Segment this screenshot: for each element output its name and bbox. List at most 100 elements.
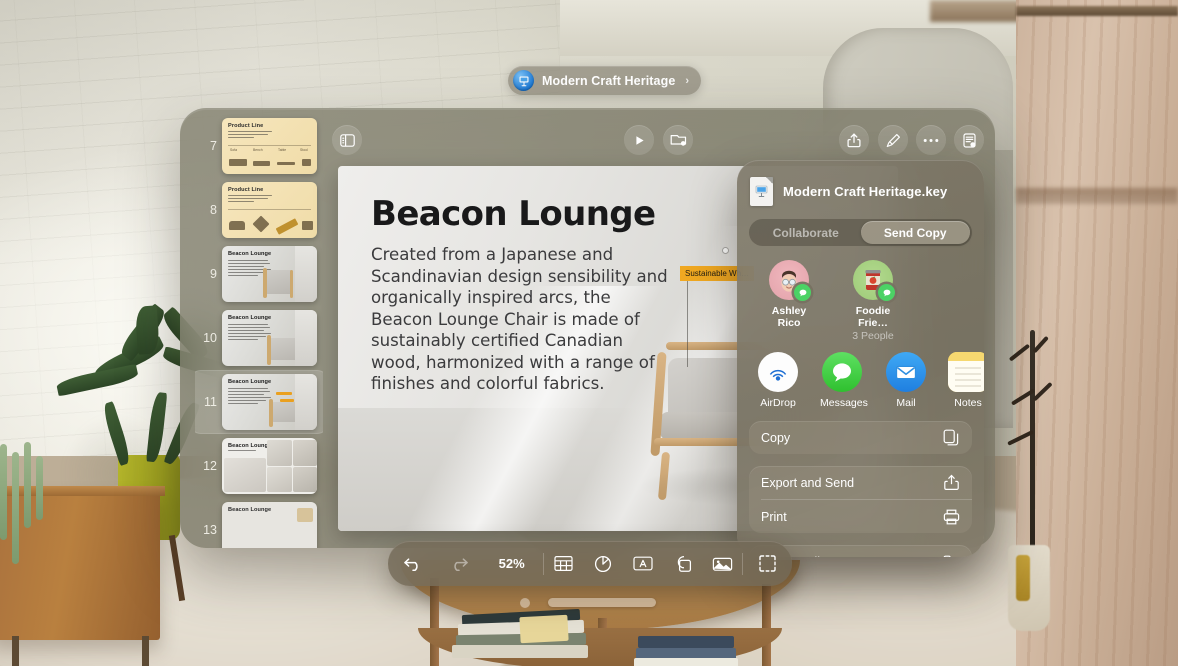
share-target-notes[interactable]: Notes <box>948 352 984 409</box>
keynote-document-icon <box>750 177 773 206</box>
segment-send-copy[interactable]: Send Copy <box>860 221 970 244</box>
curtain-tieback <box>1016 188 1178 204</box>
share-apps-row: AirDrop Messages Mail Notes <box>737 342 984 409</box>
redo-icon <box>449 556 469 572</box>
table-leg <box>762 584 771 666</box>
mask-icon <box>759 555 776 572</box>
shape-icon <box>673 555 692 573</box>
share-icon <box>847 132 861 148</box>
slide-thumbnail-9[interactable]: 9 Beacon Lounge <box>195 242 323 306</box>
share-target-label: AirDrop <box>760 397 796 410</box>
insert-shape-button[interactable] <box>663 555 703 573</box>
table-icon <box>554 555 573 572</box>
suggested-people-row: Ashley Rico Foodie Frie… 3 People <box>737 246 984 342</box>
insert-media-button[interactable] <box>702 556 742 572</box>
insert-table-button[interactable] <box>544 555 584 572</box>
table-leg <box>430 578 439 666</box>
notes-icon <box>948 352 984 393</box>
action-label: Copy <box>761 430 791 445</box>
zoom-level-label[interactable]: 52% <box>481 556 543 571</box>
person-name-line2: Rico <box>777 317 801 330</box>
slide-navigator[interactable]: 7 Product Line Sofa Bench Table Stool 8 Pr… <box>195 112 323 548</box>
slide-title[interactable]: Beacon Lounge <box>371 194 656 234</box>
callout-leader-line <box>687 279 688 367</box>
window-title-text: Modern Craft Heritage <box>542 73 676 88</box>
slide-number: 13 <box>203 523 217 537</box>
rehearse-button[interactable] <box>663 125 693 155</box>
insert-chart-button[interactable] <box>583 555 623 573</box>
ellipsis-icon <box>923 138 939 143</box>
share-target-label: Mail <box>896 397 916 410</box>
text-box-icon <box>633 556 653 571</box>
keynote-icon <box>513 70 534 91</box>
play-icon <box>633 134 646 147</box>
person-name-line1: Ashley <box>771 305 807 317</box>
curtain-rod <box>1016 6 1178 16</box>
share-target-label: Messages <box>820 397 868 410</box>
thumbnail-image: Product Line Sofa Bench Table Stool <box>222 118 317 174</box>
more-button[interactable] <box>916 125 946 155</box>
sideboard-leg <box>12 636 19 666</box>
folder-icon <box>943 555 960 557</box>
group-avatar <box>853 260 895 301</box>
undo-button[interactable] <box>388 556 437 572</box>
slide-number: 8 <box>210 203 217 217</box>
slide-thumbnail-7[interactable]: 7 Product Line Sofa Bench Table Stool <box>195 114 323 178</box>
thumb-title: Product Line <box>228 123 264 129</box>
window-resize-grabber[interactable] <box>548 598 656 607</box>
segment-collaborate[interactable]: Collaborate <box>751 221 861 244</box>
action-export-and-send[interactable]: Export and Send <box>749 466 972 499</box>
slide-thumbnail-12[interactable]: 12 Beacon Lounge <box>195 434 323 498</box>
media-icon <box>712 556 733 572</box>
document-options-button[interactable] <box>954 125 984 155</box>
mask-button[interactable] <box>743 555 792 572</box>
sidebar-toggle-button[interactable] <box>332 125 362 155</box>
person-foodie-friends[interactable]: Foodie Frie… 3 People <box>842 260 904 342</box>
share-target-label: Notes <box>954 397 982 410</box>
hanging-bag <box>1008 545 1050 631</box>
share-target-mail[interactable]: Mail <box>886 352 926 409</box>
thumbnail-image: Beacon Lounge <box>222 374 317 430</box>
slide-number: 7 <box>210 139 217 153</box>
person-ashley-rico[interactable]: Ashley Rico <box>758 260 820 342</box>
window-page-dot[interactable] <box>520 598 530 608</box>
share-mode-segmented-control[interactable]: Collaborate Send Copy <box>749 219 972 246</box>
slide-number: 9 <box>210 267 217 281</box>
memoji-avatar <box>769 260 811 301</box>
share-button[interactable] <box>839 125 869 155</box>
share-target-messages[interactable]: Messages <box>820 352 868 410</box>
chevron-right-icon[interactable]: › <box>685 75 689 87</box>
selection-handle[interactable] <box>723 248 728 253</box>
window-title-pill[interactable]: Modern Craft Heritage › <box>508 66 702 95</box>
action-group-export-print: Export and Send Print <box>749 466 972 534</box>
redo-button[interactable] <box>437 556 480 572</box>
present-display-icon <box>670 133 687 147</box>
action-label: Export and Send <box>761 475 855 490</box>
action-group-copy: Copy <box>749 421 972 455</box>
slide-body-text[interactable]: Created from a Japanese and Scandinavian… <box>371 244 671 395</box>
thumb-title: Beacon Lounge <box>228 379 272 385</box>
action-label: Print <box>761 509 787 524</box>
action-copy[interactable]: Copy <box>749 421 972 454</box>
thumbnail-image: Product Line <box>222 182 317 238</box>
person-subtitle: 3 People <box>852 329 894 342</box>
share-target-airdrop[interactable]: AirDrop <box>758 352 798 409</box>
play-button[interactable] <box>624 125 654 155</box>
messages-badge <box>794 284 811 301</box>
action-print[interactable]: Print <box>749 500 972 533</box>
bottom-toolbar[interactable]: 52% <box>388 541 792 586</box>
export-icon <box>943 474 960 491</box>
thumb-title: Beacon Lounge <box>228 315 272 321</box>
airdrop-icon <box>758 352 798 393</box>
slide-thumbnail-13[interactable]: 13 Beacon Lounge <box>195 498 323 548</box>
thumb-title: Product Line <box>228 187 264 193</box>
share-sheet[interactable]: Modern Craft Heritage.key Collaborate Se… <box>737 160 984 557</box>
slide-thumbnail-11[interactable]: 11 Beacon Lounge <box>195 370 323 434</box>
insert-text-button[interactable] <box>623 556 663 571</box>
share-filename: Modern Craft Heritage.key <box>783 184 948 199</box>
slide-thumbnail-10[interactable]: 10 Beacon Lounge <box>195 306 323 370</box>
sidebar-toggle-icon <box>339 133 355 147</box>
thumbnail-image: Beacon Lounge <box>222 438 317 494</box>
format-button[interactable] <box>878 125 908 155</box>
slide-thumbnail-8[interactable]: 8 Product Line <box>195 178 323 242</box>
